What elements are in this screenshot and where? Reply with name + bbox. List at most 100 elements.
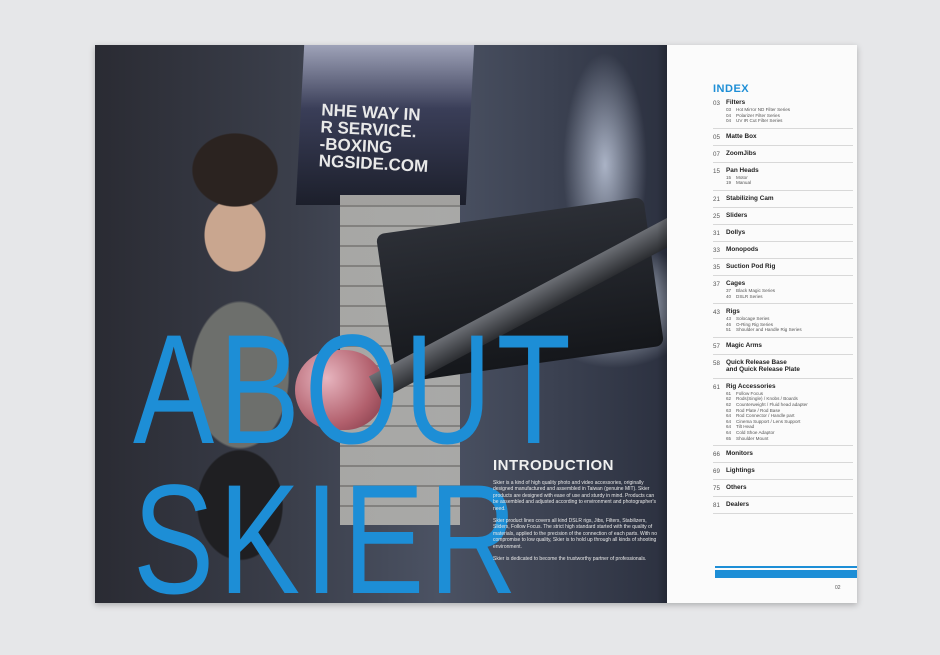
index-subsection-label: O-Ring Rig Series [736, 321, 774, 327]
index-page: INDEX 03 Filters 03 Hot Mirror ND Filter Se… [667, 45, 857, 603]
index-page-number: 61 [713, 383, 720, 391]
index-divider [713, 189, 853, 191]
index-page-number: 31 [713, 229, 720, 237]
index-subsection-label: Cinema Support / Lens Support [736, 418, 801, 424]
index-subsection-label: Tilt Head [736, 424, 755, 430]
index-entry-row: 35 Suction Pod Rig [713, 263, 853, 271]
index-entry: 75 Others [713, 484, 853, 498]
footer-rule-thick [715, 570, 857, 578]
index-section-label: Others [726, 484, 747, 492]
index-divider [713, 257, 853, 259]
index-entry: 57 Magic Arms [713, 342, 853, 355]
index-subsection-page: 51 [726, 327, 732, 333]
index-section-label: Quick Release Base and Quick Release Pla… [726, 358, 800, 374]
index-entry-row: 43 Rigs [713, 308, 853, 316]
index-page-number: 75 [713, 485, 720, 493]
index-entry: 25 Sliders [713, 212, 853, 225]
index-subsection-label: Rods(Single) / Knobs / Boards [736, 396, 798, 402]
index-divider [713, 445, 853, 447]
index-section-label: Pan Heads [726, 166, 759, 174]
index-divider [713, 353, 853, 355]
introduction-title: INTRODUCTION [493, 457, 614, 474]
index-entry: 81 Dealers [713, 501, 853, 515]
index-subsection-label: Follow Focus [736, 390, 764, 396]
magazine-spread: NHE WAY IN R SERVICE. -BOXING NGSIDE.COM… [95, 45, 857, 603]
index-subsection-label: Manual [736, 180, 752, 186]
index-section-label: Stabilizing Cam [726, 194, 774, 202]
index-entry-row: 81 Dealers [713, 501, 853, 509]
index-subsection-page: 19 [726, 180, 732, 186]
index-entry-row: 03 Filters [713, 99, 853, 107]
index-subsection-label: Shoulder Mount [736, 435, 769, 441]
index-entry: 15 Pan Heads 15 Motor 19 Manual [713, 167, 853, 191]
index-subsection: 40 DSLR Series [726, 294, 853, 300]
footer-rule-thin [715, 566, 857, 568]
index-entry: 35 Suction Pod Rig [713, 263, 853, 276]
index-subsection-list: 37 Black Magic Series 40 DSLR Series [726, 288, 853, 299]
index-subsection: 65 Shoulder Mount [726, 436, 853, 442]
index-subsection-label: Rod Plate / Rod Base [736, 407, 781, 413]
index-subsection-list: 43 Solocage Series 46 O-Ring Rig Series 51 Sh… [726, 316, 853, 333]
index-divider [713, 336, 853, 338]
index-subsection-label: Polarizer Filter Series [736, 112, 780, 118]
index-subsection-label: Shoulder and Handle Rig Series [736, 327, 802, 333]
index-section-label: Sliders [726, 211, 748, 219]
page-number: 02 [835, 585, 841, 591]
index-page-number: 58 [713, 359, 720, 367]
index-section-label: Suction Pod Rig [726, 262, 776, 270]
index-subsection-label: UV IR Cut Filter Series [736, 118, 783, 124]
index-entry-row: 37 Cages [713, 280, 853, 288]
intro-paragraph-1: Skier is a kind of high quality photo an… [493, 480, 657, 512]
index-entry-row: 69 Lightings [713, 467, 853, 475]
index-subsection: 51 Shoulder and Handle Rig Series [726, 327, 853, 333]
index-page-number: 07 [713, 150, 720, 158]
index-entry: 33 Monopods [713, 246, 853, 259]
index-page-number: 15 [713, 167, 720, 175]
index-entry: 31 Dollys [713, 229, 853, 242]
index-subsection-page: 40 [726, 293, 732, 299]
index-section-label: Monopods [726, 245, 759, 253]
index-entry-row: 57 Magic Arms [713, 342, 853, 350]
index-subsection-label: Counterweight / Fluid head adapter [736, 401, 808, 407]
index-entry: 61 Rig Accessories 61 Follow Focus 62 Rods(Si… [713, 382, 853, 447]
index-entry-row: 31 Dollys [713, 229, 853, 237]
index-entry: 05 Matte Box [713, 133, 853, 146]
index-page-number: 25 [713, 212, 720, 220]
index-entry-row: 58 Quick Release Base and Quick Release P… [713, 359, 853, 374]
index-subsection-page: 04 [726, 118, 732, 124]
index-page-number: 69 [713, 468, 720, 476]
index-section-label: Rigs [726, 308, 740, 316]
index-subsection-label: Motor [736, 174, 748, 180]
index-list: 03 Filters 03 Hot Mirror ND Filter Series 04… [713, 99, 853, 518]
index-entry: 21 Stabilizing Cam [713, 195, 853, 208]
index-entry: 03 Filters 03 Hot Mirror ND Filter Series 04… [713, 99, 853, 129]
index-section-label: ZoomJibs [726, 149, 757, 157]
headline-line-1: ABOUT [133, 303, 576, 477]
index-entry-row: 21 Stabilizing Cam [713, 195, 853, 203]
index-entry: 37 Cages 37 Black Magic Series 40 DSLR Series [713, 280, 853, 305]
index-divider [713, 377, 853, 379]
index-page-number: 03 [713, 100, 720, 107]
index-subsection-label: DSLR Series [736, 293, 763, 299]
index-divider [713, 513, 853, 515]
index-divider [713, 496, 853, 498]
index-section-label: Monitors [726, 450, 753, 458]
index-subsection-label: Hot Mirror ND Filter Series [736, 107, 791, 112]
introduction-block: INTRODUCTION Skier is a kind of high qua… [493, 457, 661, 568]
index-subsection-label: Rod Connector / Handle part [736, 413, 795, 419]
index-page-number: 43 [713, 309, 720, 317]
index-section-label: Rig Accessories [726, 382, 776, 390]
index-section-label: Magic Arms [726, 341, 762, 349]
index-title: INDEX [713, 83, 750, 95]
index-section-label: Dollys [726, 228, 746, 236]
index-entry: 07 ZoomJibs [713, 150, 853, 163]
index-divider [713, 206, 853, 208]
index-subsection-label: Cold Shoe Adaptor [736, 429, 775, 435]
index-entry: 69 Lightings [713, 467, 853, 481]
intro-paragraph-3: Skier is dedicated to become the trustwo… [493, 556, 647, 563]
index-divider [713, 223, 853, 225]
index-divider [713, 462, 853, 464]
index-entry: 58 Quick Release Base and Quick Release P… [713, 359, 853, 379]
index-section-label: Cages [726, 279, 746, 287]
index-entry: 66 Monitors [713, 450, 853, 464]
